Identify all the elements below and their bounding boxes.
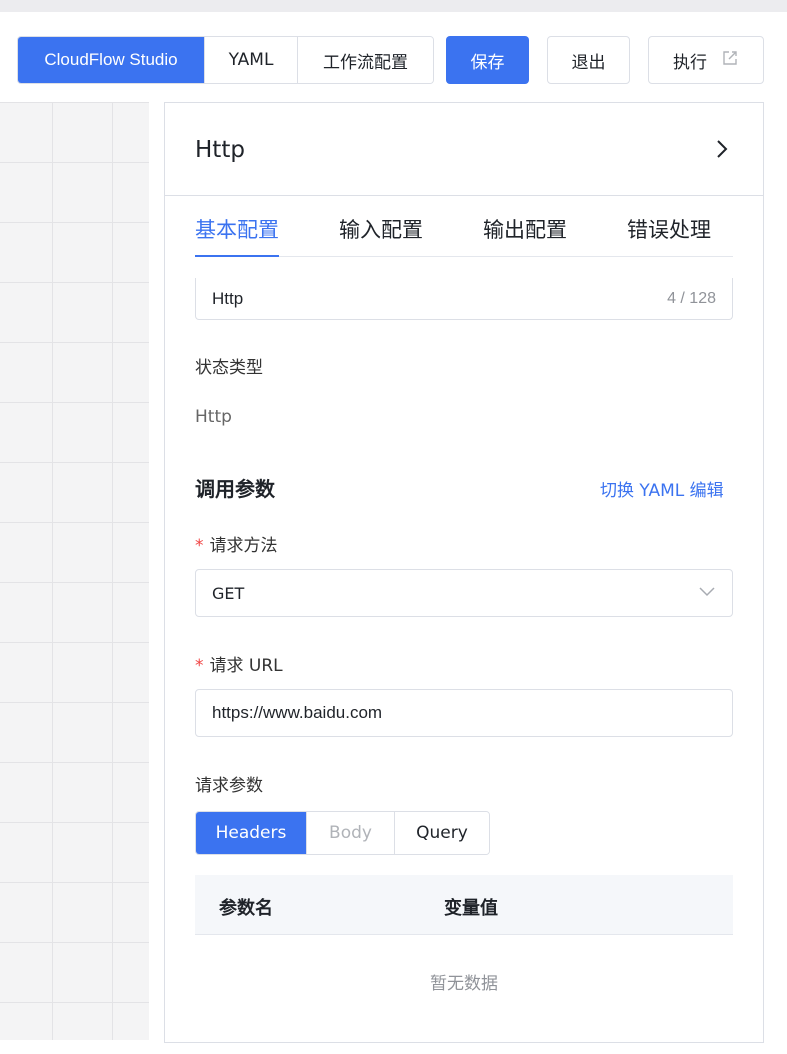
- tab-output-config[interactable]: 输出配置: [483, 214, 567, 257]
- exit-button[interactable]: 退出: [547, 36, 630, 84]
- method-select-value: GET: [212, 583, 245, 603]
- required-mark: *: [195, 656, 204, 676]
- column-header-param-name: 参数名: [219, 898, 273, 919]
- state-type-label: 状态类型: [195, 358, 263, 378]
- tab-error-handling[interactable]: 错误处理: [627, 214, 711, 257]
- tab-input-config[interactable]: 输入配置: [339, 214, 423, 257]
- params-type-switch: Headers Body Query: [195, 811, 490, 855]
- tab-cloudflow-studio[interactable]: CloudFlow Studio: [18, 37, 205, 83]
- tab-yaml[interactable]: YAML: [205, 37, 298, 83]
- toolbar: CloudFlow Studio YAML 工作流配置 保存 退出 执行: [0, 12, 787, 102]
- workflow-canvas[interactable]: [0, 102, 149, 1040]
- run-button-label: 执行: [673, 52, 707, 73]
- char-counter: 4 / 128: [667, 289, 716, 307]
- column-header-variable-value: 变量值: [444, 898, 498, 919]
- section-title-call-params: 调用参数: [195, 477, 275, 501]
- tab-body[interactable]: Body: [307, 812, 395, 854]
- tab-basic-config[interactable]: 基本配置: [195, 214, 279, 257]
- url-input[interactable]: https://www.baidu.com: [195, 689, 733, 737]
- params-label: 请求参数: [195, 776, 263, 796]
- state-name-value: Http: [212, 288, 244, 308]
- window-top-strip: [0, 0, 787, 12]
- method-label: * 请求方法: [195, 531, 278, 556]
- toggle-yaml-edit-link[interactable]: 切换 YAML 编辑: [600, 476, 724, 501]
- method-select[interactable]: GET: [195, 569, 733, 617]
- chevron-right-icon[interactable]: [709, 137, 733, 161]
- url-label: * 请求 URL: [195, 651, 283, 676]
- save-button[interactable]: 保存: [446, 36, 529, 84]
- tab-workflow-config[interactable]: 工作流配置: [298, 37, 433, 83]
- state-type-value: Http: [195, 407, 232, 427]
- tab-query[interactable]: Query: [395, 812, 489, 854]
- panel-title: Http: [195, 137, 245, 163]
- run-button[interactable]: 执行: [648, 36, 764, 84]
- node-config-panel: Http 基本配置 输入配置 输出配置 错误处理 Http 4 / 128 状态…: [164, 102, 764, 1043]
- chevron-down-icon: [698, 582, 716, 604]
- tab-headers[interactable]: Headers: [196, 812, 307, 854]
- state-name-input[interactable]: Http 4 / 128: [195, 278, 733, 320]
- required-mark: *: [195, 536, 204, 556]
- view-switcher: CloudFlow Studio YAML 工作流配置: [17, 36, 434, 84]
- empty-state-text: 暂无数据: [430, 974, 498, 994]
- url-label-text: 请求 URL: [209, 656, 283, 676]
- config-tabs: 基本配置 输入配置 输出配置 错误处理: [195, 196, 733, 257]
- external-link-icon: [721, 49, 739, 72]
- params-table-header: 参数名 变量值: [195, 875, 733, 935]
- method-label-text: 请求方法: [209, 536, 278, 556]
- panel-header: Http: [165, 103, 763, 196]
